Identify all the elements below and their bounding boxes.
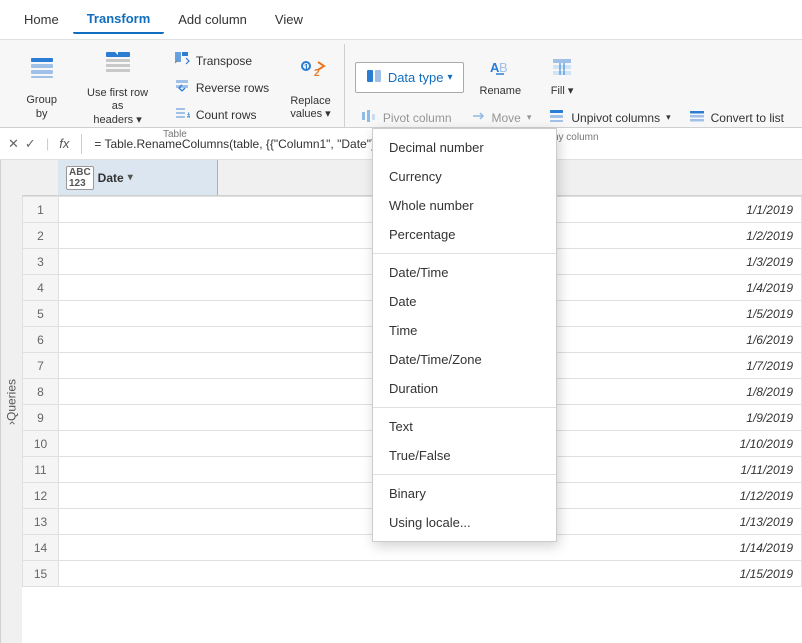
dropdown-item[interactable]: Percentage: [373, 220, 556, 249]
dropdown-item[interactable]: Binary: [373, 479, 556, 508]
formula-cancel-icon[interactable]: ✕: [8, 136, 19, 152]
ribbon-group-table: Group by Use first row asheaders ▾: [6, 44, 345, 127]
svg-text:#: #: [187, 111, 190, 120]
convert-to-list-icon: [689, 108, 705, 127]
dropdown-separator: [373, 474, 556, 475]
column-name: Date: [98, 171, 124, 185]
dropdown-item[interactable]: Duration: [373, 374, 556, 403]
group-by-icon: [28, 54, 56, 89]
menu-view[interactable]: View: [261, 6, 317, 33]
row-number: 5: [23, 301, 59, 327]
group-by-button[interactable]: Group by: [12, 58, 71, 118]
row-number: 13: [23, 509, 59, 535]
data-type-chevron: ▾: [447, 72, 452, 83]
queries-expand-icon: ›: [5, 421, 19, 425]
move-button[interactable]: Move ▾: [464, 105, 538, 130]
fill-button[interactable]: Fill ▾: [537, 52, 587, 102]
fill-icon: [550, 56, 574, 84]
row-number: 2: [23, 223, 59, 249]
unpivot-columns-icon: [549, 108, 565, 127]
date-cell: 1/15/2019: [59, 561, 802, 587]
replace-values-button[interactable]: 1 2 Replacevalues ▾: [283, 58, 338, 118]
svg-text:1: 1: [304, 63, 309, 72]
row-number: 10: [23, 431, 59, 457]
rename-icon: A B: [488, 56, 512, 84]
row-number: 14: [23, 535, 59, 561]
formula-content: = Table.RenameColumns(table, {{"Column1"…: [94, 137, 383, 151]
queries-sidebar[interactable]: › Queries: [0, 160, 22, 643]
dropdown-separator: [373, 253, 556, 254]
dropdown-item[interactable]: Whole number: [373, 191, 556, 220]
formula-confirm-icon[interactable]: ✓: [25, 136, 36, 152]
reverse-rows-button[interactable]: Reverse rows: [168, 75, 275, 100]
row-number: 7: [23, 353, 59, 379]
move-icon: [470, 108, 486, 127]
rename-button[interactable]: A B Rename: [472, 52, 530, 102]
row-number: 11: [23, 457, 59, 483]
dropdown-item[interactable]: Date/Time: [373, 258, 556, 287]
menu-bar: Home Transform Add column View: [0, 0, 802, 40]
dropdown-item[interactable]: Currency: [373, 162, 556, 191]
row-number: 8: [23, 379, 59, 405]
menu-add-column[interactable]: Add column: [164, 6, 261, 33]
ribbon-group-any-column: Data type ▾ A B Rename: [349, 44, 796, 127]
row-number: 15: [23, 561, 59, 587]
svg-text:B: B: [499, 60, 508, 75]
row-number: 3: [23, 249, 59, 275]
use-first-row-button[interactable]: Use first row asheaders ▾: [73, 58, 162, 118]
row-number: 6: [23, 327, 59, 353]
pivot-column-button[interactable]: Pivot column: [355, 105, 458, 130]
data-type-icon: [366, 68, 384, 87]
unpivot-columns-button[interactable]: Unpivot columns ▾: [543, 105, 676, 130]
data-type-dropdown: Decimal numberCurrencyWhole numberPercen…: [372, 128, 557, 542]
column-dropdown-icon[interactable]: ▾: [128, 172, 133, 183]
transpose-icon: [174, 51, 190, 70]
replace-values-icon: 1 2: [296, 54, 326, 91]
dropdown-item[interactable]: Time: [373, 316, 556, 345]
pivot-column-icon: [361, 108, 377, 127]
dropdown-item[interactable]: Text: [373, 412, 556, 441]
row-number: 9: [23, 405, 59, 431]
convert-to-list-button[interactable]: Convert to list: [683, 105, 790, 130]
table-row: 15 1/15/2019: [23, 561, 802, 587]
row-number: 4: [23, 275, 59, 301]
menu-transform[interactable]: Transform: [73, 5, 165, 34]
data-type-button[interactable]: Data type ▾: [355, 62, 464, 93]
formula-fx-label: fx: [59, 136, 69, 151]
column-type-icon: ABC123: [66, 166, 94, 190]
dropdown-item[interactable]: Date: [373, 287, 556, 316]
menu-home[interactable]: Home: [10, 6, 73, 33]
dropdown-item[interactable]: Using locale...: [373, 508, 556, 537]
date-column-header[interactable]: ABC123 Date ▾: [58, 160, 218, 195]
transpose-button[interactable]: Transpose: [168, 48, 275, 73]
svg-text:2: 2: [314, 68, 320, 79]
use-first-row-icon: [104, 48, 132, 83]
dropdown-item[interactable]: Decimal number: [373, 133, 556, 162]
dropdown-item[interactable]: True/False: [373, 441, 556, 470]
queries-label: Queries: [5, 378, 19, 420]
dropdown-item[interactable]: Date/Time/Zone: [373, 345, 556, 374]
count-rows-button[interactable]: # Count rows: [168, 102, 275, 127]
row-number: 1: [23, 197, 59, 223]
ribbon: Group by Use first row asheaders ▾: [0, 40, 802, 128]
ribbon-col-table-ops: Transpose Reverse rows: [168, 48, 275, 127]
reverse-rows-icon: [174, 78, 190, 97]
dropdown-separator: [373, 407, 556, 408]
count-rows-icon: #: [174, 105, 190, 124]
row-number: 12: [23, 483, 59, 509]
